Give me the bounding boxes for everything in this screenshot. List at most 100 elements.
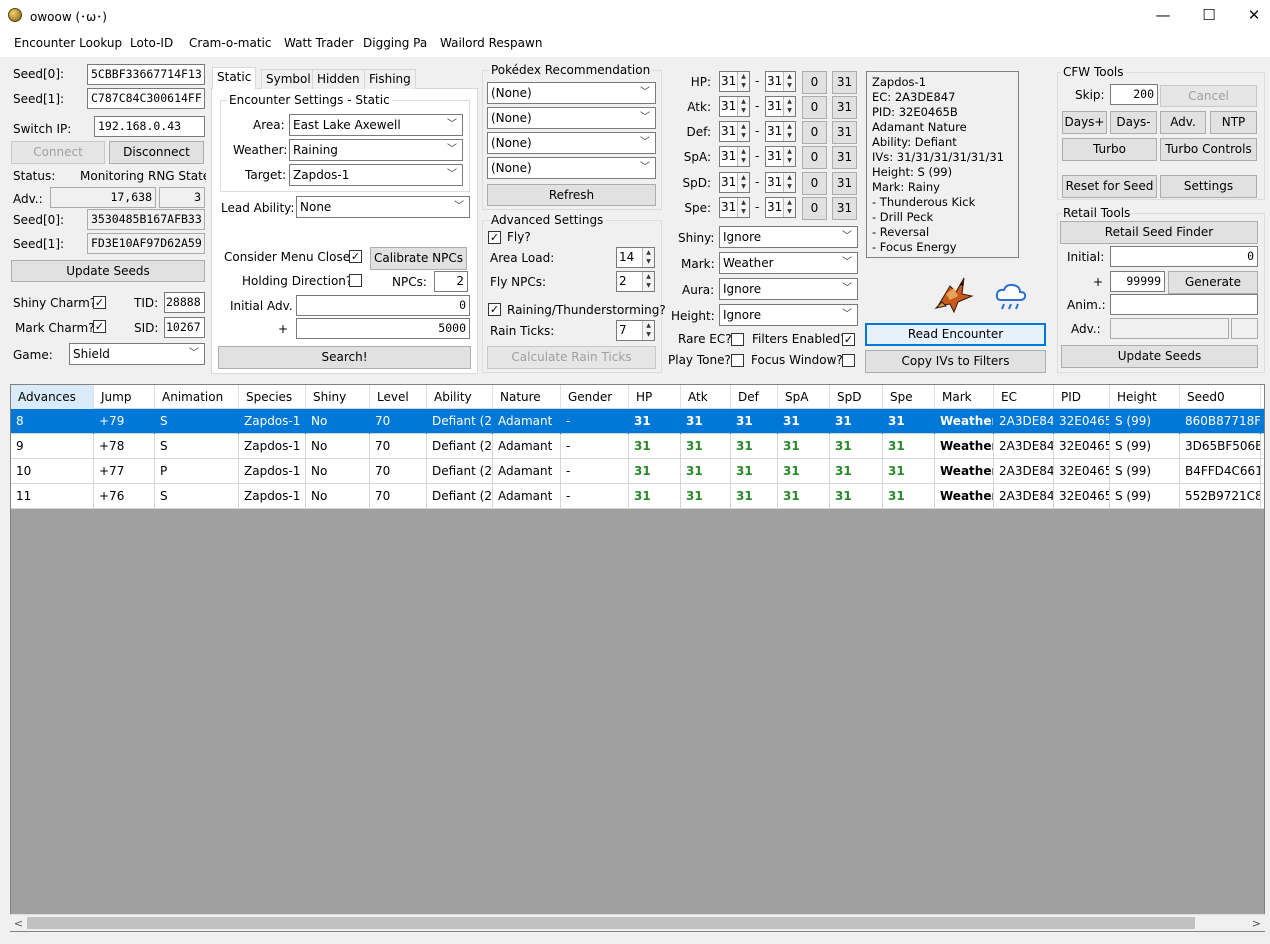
column-header-animation[interactable]: Animation — [155, 385, 239, 409]
menu-watt-trader[interactable]: Watt Trader — [284, 30, 353, 57]
fly-npcs-input[interactable]: 2 ▲ ▼ — [616, 271, 655, 292]
spin-down-icon[interactable]: ▼ — [784, 106, 795, 115]
spin-down-icon[interactable]: ▼ — [738, 182, 749, 191]
iv-spe-max-button[interactable]: 31 — [832, 197, 857, 220]
iv-spd-min-input[interactable]: 31 ▲ ▼ — [719, 172, 750, 193]
tab-static[interactable]: Static — [212, 67, 257, 89]
menu-loto-id[interactable]: Loto-ID — [130, 30, 173, 57]
iv-def-max-input[interactable]: 31 ▲ ▼ — [765, 121, 796, 142]
iv-spd-max-button[interactable]: 31 — [832, 172, 857, 195]
column-header-def[interactable]: Def — [731, 385, 778, 409]
column-header-species[interactable]: Species — [239, 385, 306, 409]
spin-up-icon[interactable]: ▲ — [738, 198, 749, 207]
spin-up-icon[interactable]: ▲ — [784, 97, 795, 106]
raining-checkbox[interactable]: ✓ — [488, 303, 501, 316]
dex-select-4[interactable]: (None) ﹀ — [487, 157, 656, 179]
column-header-hp[interactable]: HP — [629, 385, 681, 409]
height-filter-select[interactable]: Ignore ﹀ — [719, 304, 858, 326]
column-header-nature[interactable]: Nature — [493, 385, 561, 409]
iv-atk-min-input[interactable]: 31 ▲ ▼ — [719, 96, 750, 117]
disconnect-button[interactable]: Disconnect — [109, 141, 204, 164]
iv-atk-min-spinner[interactable]: ▲ ▼ — [737, 97, 749, 116]
tab-hidden[interactable]: Hidden — [312, 69, 365, 89]
area-select[interactable]: East Lake Axewell ﹀ — [289, 114, 463, 136]
spin-up-icon[interactable]: ▲ — [784, 72, 795, 81]
spin-down-icon[interactable]: ▼ — [738, 81, 749, 90]
spin-down-icon[interactable]: ▼ — [738, 106, 749, 115]
column-header-jump[interactable]: Jump — [94, 385, 155, 409]
iv-spa-zero-button[interactable]: 0 — [802, 146, 827, 169]
close-button[interactable]: ✕ — [1231, 0, 1270, 30]
filters-enabled-checkbox[interactable]: ✓ — [842, 333, 855, 346]
spin-up-icon[interactable]: ▲ — [738, 97, 749, 106]
iv-spd-max-spinner[interactable]: ▲ ▼ — [783, 173, 795, 192]
spin-up-icon[interactable]: ▲ — [643, 272, 654, 281]
iv-atk-max-button[interactable]: 31 — [832, 96, 857, 119]
generate-button[interactable]: Generate — [1168, 271, 1258, 294]
spin-down-icon[interactable]: ▼ — [643, 257, 654, 266]
spin-up-icon[interactable]: ▲ — [643, 248, 654, 257]
iv-atk-max-input[interactable]: 31 ▲ ▼ — [765, 96, 796, 117]
iv-spa-max-input[interactable]: 31 ▲ ▼ — [765, 146, 796, 167]
fly-checkbox[interactable]: ✓ — [488, 231, 501, 244]
spin-down-icon[interactable]: ▼ — [784, 81, 795, 90]
table-row[interactable]: 9 +78 S Zapdos-1 No 70 Defiant (2) Adamant -31 31… — [11, 434, 1264, 459]
shiny-charm-checkbox[interactable]: ✓ — [93, 296, 106, 309]
column-header-spa[interactable]: SpA — [778, 385, 830, 409]
rare-ec-checkbox[interactable] — [731, 333, 744, 346]
dex-select-2[interactable]: (None) ﹀ — [487, 107, 656, 129]
iv-spa-max-spinner[interactable]: ▲ ▼ — [783, 147, 795, 166]
column-header-gender[interactable]: Gender — [561, 385, 629, 409]
game-select[interactable]: Shield ﹀ — [69, 343, 205, 365]
area-load-input[interactable]: 14 ▲ ▼ — [616, 247, 655, 268]
menu-close-checkbox[interactable]: ✓ — [349, 250, 362, 263]
maximize-button[interactable]: ☐ — [1186, 0, 1232, 30]
calculate-rain-ticks-button[interactable]: Calculate Rain Ticks — [487, 346, 656, 369]
column-header-seed0[interactable]: Seed0 — [1180, 385, 1261, 409]
results-table[interactable]: Advances Jump Animation Species Shiny Level Ab… — [10, 384, 1265, 932]
spin-up-icon[interactable]: ▲ — [784, 147, 795, 156]
search-button[interactable]: Search! — [218, 346, 471, 369]
seed0-input[interactable]: 5CBBF33667714F13 — [87, 64, 205, 85]
update-seeds-button[interactable]: Update Seeds — [11, 260, 205, 282]
retail-range-input[interactable]: 99999 — [1110, 271, 1165, 292]
spin-up-icon[interactable]: ▲ — [784, 173, 795, 182]
iv-hp-max-spinner[interactable]: ▲ ▼ — [783, 72, 795, 91]
spin-down-icon[interactable]: ▼ — [784, 207, 795, 216]
days-plus-button[interactable]: Days+ — [1062, 111, 1107, 134]
turbo-button[interactable]: Turbo — [1062, 138, 1157, 161]
npcs-input[interactable]: 2 — [434, 271, 468, 292]
mark-filter-select[interactable]: Weather ﹀ — [719, 252, 858, 274]
sid-input[interactable]: 10267 — [164, 317, 205, 338]
column-header-shiny[interactable]: Shiny — [306, 385, 370, 409]
horizontal-scrollbar[interactable]: < > — [10, 914, 1265, 931]
adv-button[interactable]: Adv. — [1160, 111, 1206, 134]
iv-def-max-spinner[interactable]: ▲ ▼ — [783, 122, 795, 141]
area-load-spinner[interactable]: ▲ ▼ — [642, 248, 654, 267]
spin-up-icon[interactable]: ▲ — [784, 122, 795, 131]
iv-spe-max-spinner[interactable]: ▲ ▼ — [783, 198, 795, 217]
lead-ability-select[interactable]: None ﹀ — [296, 196, 470, 218]
shiny-filter-select[interactable]: Ignore ﹀ — [719, 226, 858, 248]
spin-down-icon[interactable]: ▼ — [643, 330, 654, 339]
dex-select-3[interactable]: (None) ﹀ — [487, 132, 656, 154]
rain-ticks-input[interactable]: 7 ▲ ▼ — [616, 320, 655, 341]
retail-initial-input[interactable]: 0 — [1110, 246, 1258, 267]
spin-up-icon[interactable]: ▲ — [738, 122, 749, 131]
target-select[interactable]: Zapdos-1 ﹀ — [289, 164, 463, 186]
spin-up-icon[interactable]: ▲ — [784, 198, 795, 207]
calibrate-npcs-button[interactable]: Calibrate NPCs — [370, 247, 467, 270]
days-minus-button[interactable]: Days- — [1110, 111, 1157, 134]
table-row[interactable]: 10 +77 P Zapdos-1 No 70 Defiant (2) Adamant -31 3… — [11, 459, 1264, 484]
advances-range-input[interactable]: 5000 — [296, 318, 470, 339]
column-header-spe[interactable]: Spe — [883, 385, 935, 409]
anim-input[interactable] — [1110, 294, 1258, 315]
iv-hp-min-input[interactable]: 31 ▲ ▼ — [719, 71, 750, 92]
retail-seed-finder-button[interactable]: Retail Seed Finder — [1060, 221, 1258, 244]
turbo-controls-button[interactable]: Turbo Controls — [1160, 138, 1257, 161]
iv-spd-zero-button[interactable]: 0 — [802, 172, 827, 195]
minimize-button[interactable]: — — [1140, 0, 1186, 30]
menu-encounter-lookup[interactable]: Encounter Lookup — [14, 30, 122, 57]
iv-def-zero-button[interactable]: 0 — [802, 121, 827, 144]
scroll-left-icon[interactable]: < — [10, 915, 27, 932]
